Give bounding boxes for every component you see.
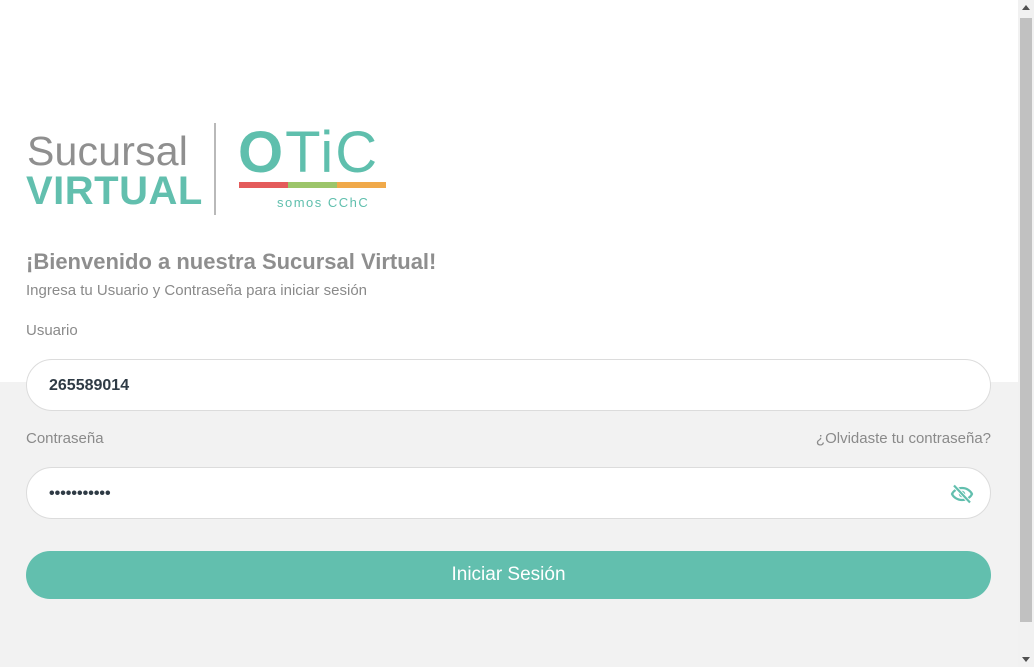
login-button[interactable]: Iniciar Sesión <box>26 551 991 599</box>
logo-divider <box>214 123 216 215</box>
scrollbar-thumb[interactable] <box>1020 18 1032 622</box>
vertical-scrollbar[interactable] <box>1018 0 1034 667</box>
eye-slash-icon[interactable] <box>950 482 974 506</box>
password-input[interactable] <box>47 468 931 520</box>
user-label: Usuario <box>26 322 78 339</box>
stripe-green <box>288 182 337 188</box>
scroll-up-arrow-icon[interactable] <box>1022 5 1030 10</box>
logo-tagline: somos CChC <box>277 195 370 210</box>
stripe-red <box>239 182 288 188</box>
user-input[interactable] <box>47 360 931 412</box>
otic-logo-stripes <box>239 182 386 188</box>
welcome-title: ¡Bienvenido a nuestra Sucursal Virtual! <box>26 249 437 274</box>
password-label: Contraseña <box>26 430 104 447</box>
logo-text-virtual: VIRTUAL <box>26 169 203 213</box>
otic-logo-mark: OTiC <box>238 124 379 182</box>
password-field[interactable] <box>26 467 991 520</box>
sucursal-virtual-logo: Sucursal VIRTUAL OTiC somos CChC <box>26 123 396 215</box>
stripe-orange <box>337 182 386 188</box>
forgot-password-link[interactable]: ¿Olvidaste tu contraseña? <box>816 430 991 447</box>
user-field[interactable] <box>26 359 991 412</box>
page-background-lower <box>0 382 1018 667</box>
otic-logo-letters: TiC <box>285 120 380 185</box>
otic-logo-o: O <box>238 120 286 185</box>
scroll-down-arrow-icon[interactable] <box>1022 657 1030 662</box>
welcome-subtitle: Ingresa tu Usuario y Contraseña para ini… <box>26 282 368 299</box>
